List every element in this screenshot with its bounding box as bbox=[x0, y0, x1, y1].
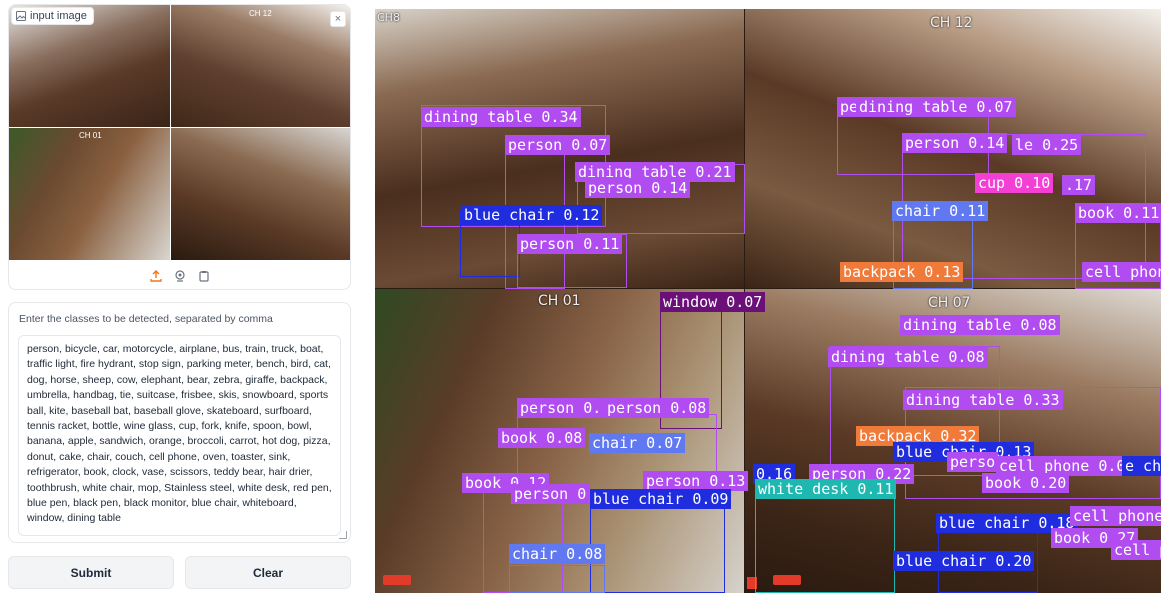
detection-label: chair 0.08 bbox=[509, 544, 606, 564]
input-image-thumbnail: CH 12 CH 01 bbox=[9, 5, 350, 260]
thumb-channel-label: CH 12 bbox=[249, 9, 272, 18]
classes-panel: Enter the classes to be detected, separa… bbox=[8, 302, 351, 543]
detection-label: person 0.07 bbox=[505, 135, 611, 155]
detection-label: blue chair 0.12 bbox=[461, 205, 603, 225]
image-icon bbox=[16, 11, 26, 21]
close-button[interactable]: × bbox=[330, 11, 346, 27]
detection-label: dining table 0.08 bbox=[828, 347, 988, 367]
clipboard-icon[interactable] bbox=[197, 269, 211, 283]
thumb-quadrant: CH 12 bbox=[171, 5, 350, 127]
input-image-box[interactable]: CH 12 CH 01 input image × bbox=[8, 4, 351, 290]
detection-label: person 0. bbox=[517, 398, 605, 418]
detection-label: blue chair 0.09 bbox=[590, 489, 732, 509]
detection-box bbox=[509, 565, 605, 593]
textarea-resize-handle[interactable] bbox=[339, 531, 347, 539]
detection-label: person 0.08 bbox=[604, 398, 710, 418]
detection-label: dining table 0.33 bbox=[903, 390, 1063, 410]
detection-label: book 0.11 bbox=[1075, 203, 1161, 223]
detection-label: person 0.14 bbox=[585, 178, 691, 198]
channel-label: CH 07 bbox=[928, 295, 971, 311]
thumb-channel-label: CH 01 bbox=[79, 131, 102, 140]
detection-label: cup 0.10 bbox=[975, 173, 1054, 193]
thumb-quadrant: CH 01 bbox=[9, 128, 170, 260]
channel-label: CH 01 bbox=[538, 293, 581, 309]
detection-box bbox=[590, 497, 725, 593]
left-panel: CH 12 CH 01 input image × Enter the clas… bbox=[8, 4, 351, 589]
detection-label: window 0.07 bbox=[660, 292, 766, 312]
detection-label: backpack 0.13 bbox=[840, 262, 964, 282]
detection-label: cell phon bbox=[1082, 262, 1161, 282]
image-source-toolbar bbox=[9, 260, 350, 289]
classes-textarea[interactable]: person, bicycle, car, motorcycle, airpla… bbox=[18, 335, 341, 536]
detection-label: person 0.13 bbox=[643, 471, 749, 491]
submit-button[interactable]: Submit bbox=[8, 556, 174, 589]
detection-label: cell p bbox=[1111, 540, 1161, 560]
channel-label: CH 12 bbox=[930, 15, 973, 31]
classes-label: Enter the classes to be detected, separa… bbox=[19, 313, 273, 325]
channel-label: CH8 bbox=[377, 11, 400, 24]
detection-label: person 0 bbox=[511, 484, 590, 504]
detection-label: book 0.20 bbox=[982, 473, 1070, 493]
detection-label: cell phone bbox=[1070, 506, 1161, 526]
detection-label: white desk 0.11 bbox=[755, 479, 897, 499]
detection-label: .17 bbox=[1062, 175, 1096, 195]
detection-label: dining table 0.34 bbox=[421, 107, 581, 127]
detection-label: person 0.11 bbox=[517, 234, 623, 254]
input-image-label: input image bbox=[30, 10, 87, 22]
detection-label: dining table 0.07 bbox=[856, 97, 1016, 117]
detection-label: dining table 0.08 bbox=[900, 315, 1060, 335]
detection-label: le 0.25 bbox=[1012, 135, 1082, 155]
detection-label: chair 0.07 bbox=[589, 433, 686, 453]
camera-logo bbox=[383, 575, 411, 585]
thumb-quadrant bbox=[171, 128, 350, 260]
detection-box bbox=[755, 497, 895, 593]
detection-label: book 0.08 bbox=[498, 428, 586, 448]
output-image: CH8 CH 12 CH 01 CH 07 dining table 0.34 … bbox=[375, 9, 1161, 593]
input-image-badge: input image bbox=[11, 7, 94, 25]
detection-label: chair 0.11 bbox=[892, 201, 989, 221]
detection-label: perso bbox=[947, 452, 999, 472]
upload-icon[interactable] bbox=[149, 269, 163, 283]
detection-label: person 0.14 bbox=[902, 133, 1008, 153]
webcam-icon[interactable] bbox=[173, 269, 187, 283]
detection-label: blue chair 0.20 bbox=[893, 551, 1035, 571]
detection-label: e ch bbox=[1122, 456, 1161, 476]
clear-button[interactable]: Clear bbox=[185, 556, 351, 589]
